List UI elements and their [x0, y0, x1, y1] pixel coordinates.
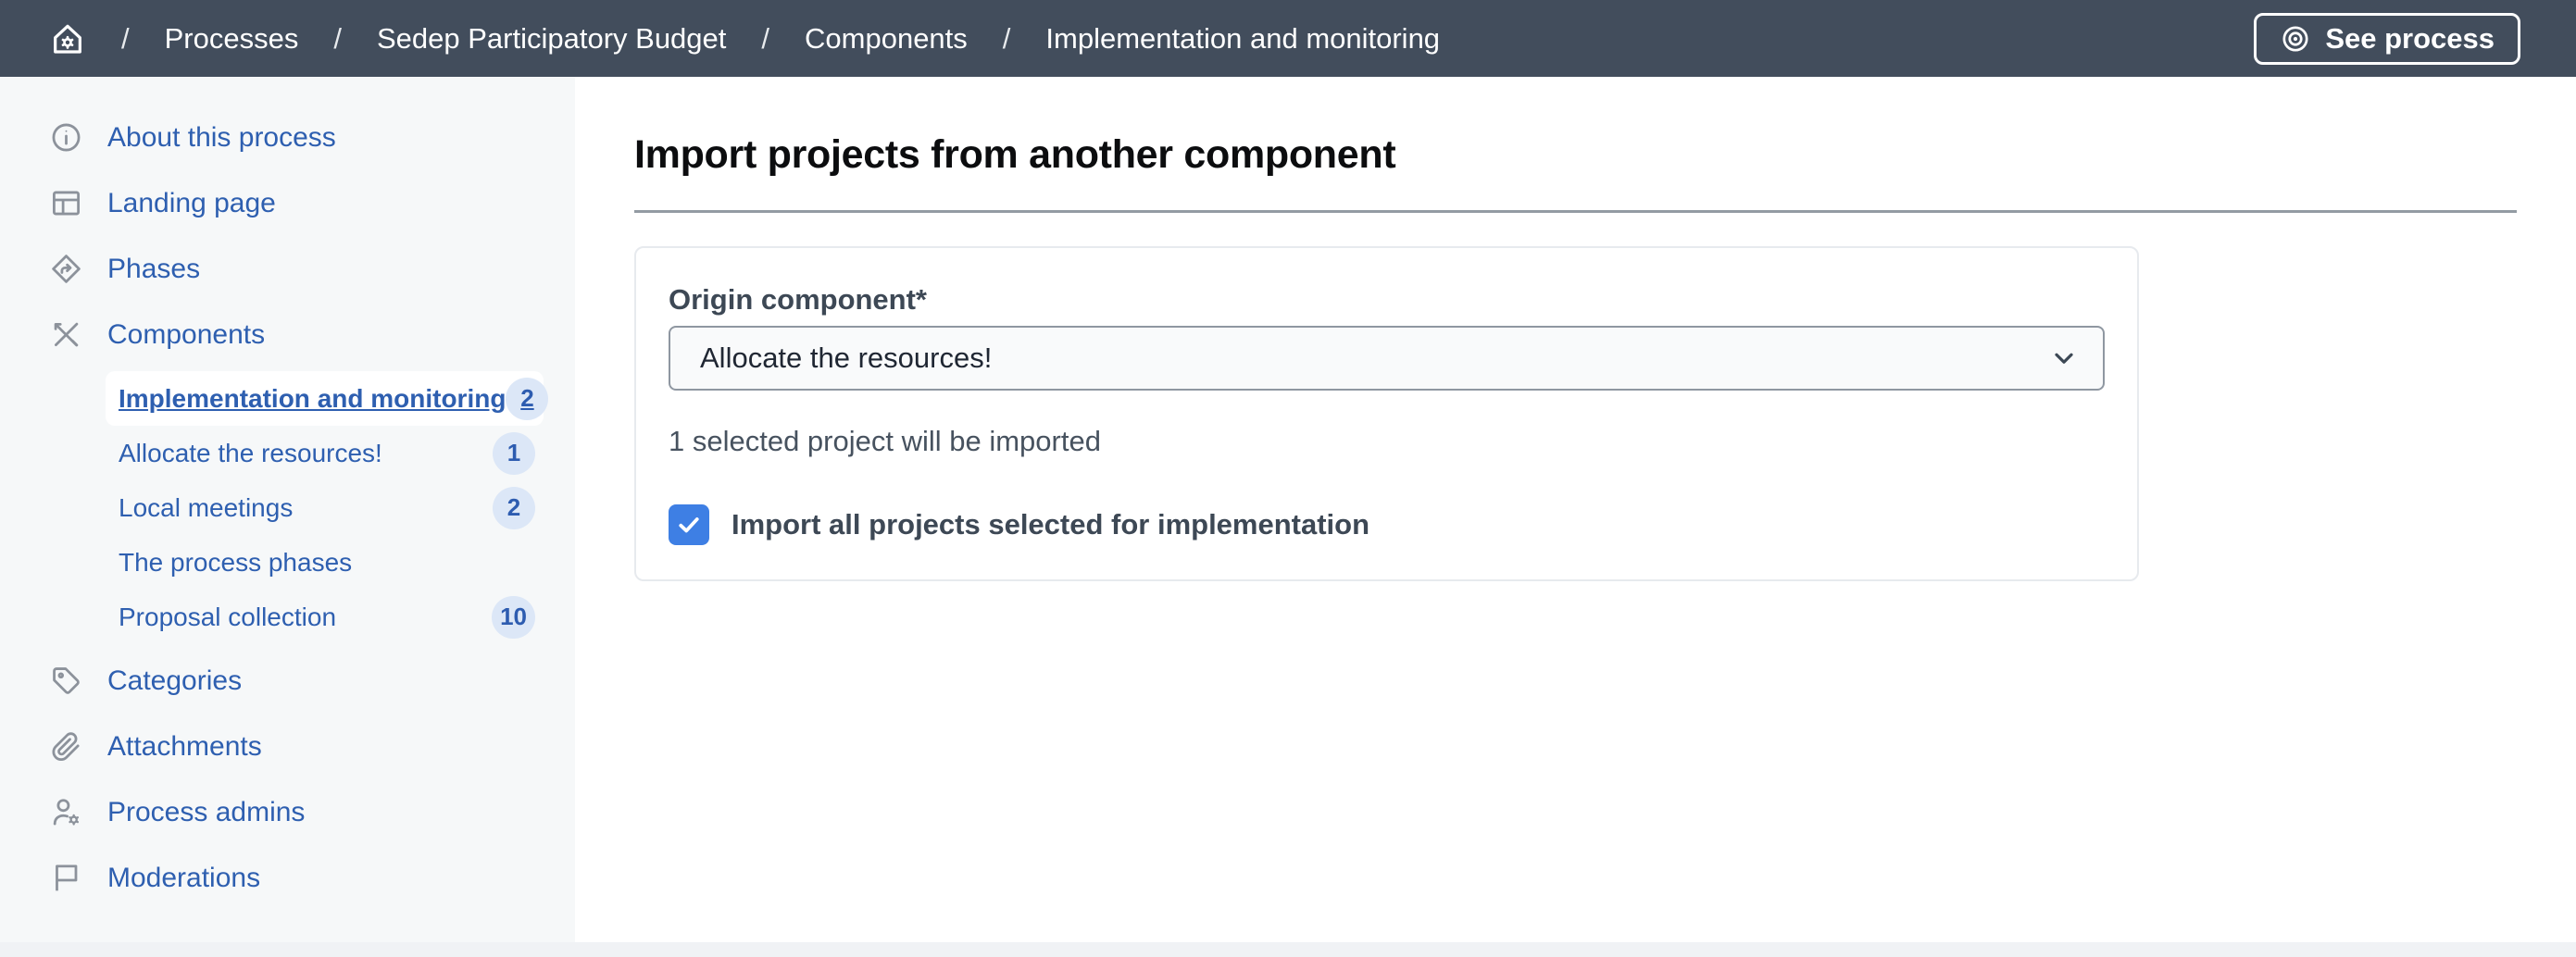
sidebar-item-moderations[interactable]: Moderations: [0, 845, 575, 911]
breadcrumb-separator: /: [333, 22, 342, 56]
subnav-item-label: Proposal collection: [119, 603, 336, 632]
count-badge: 2: [493, 487, 535, 529]
sidebar-item-attachments[interactable]: Attachments: [0, 714, 575, 779]
layout-icon: [49, 186, 83, 220]
phases-diamond-icon: [49, 252, 83, 286]
see-process-button[interactable]: See process: [2254, 13, 2520, 65]
breadcrumb-separator: /: [121, 22, 130, 56]
import-form-card: Origin component* Allocate the resources…: [634, 246, 2139, 581]
sidebar-item-components[interactable]: Components: [0, 302, 575, 367]
import-all-row: Import all projects selected for impleme…: [669, 504, 2105, 545]
sidebar-item-about-this-process[interactable]: About this process: [0, 105, 575, 170]
tools-icon: [49, 317, 83, 352]
selected-projects-info: 1 selected project will be imported: [669, 421, 2105, 461]
subnav-item-label: Allocate the resources!: [119, 439, 382, 468]
subnav-item-implementation-and-monitoring[interactable]: Implementation and monitoring 2: [106, 371, 544, 426]
breadcrumb-separator: /: [1003, 22, 1011, 56]
subnav-item-the-process-phases[interactable]: The process phases: [106, 535, 544, 590]
count-badge: 10: [492, 596, 535, 639]
eye-icon: [2280, 23, 2311, 55]
subnav-item-label: Implementation and monitoring: [119, 384, 506, 414]
import-all-checkbox[interactable]: [669, 504, 709, 545]
page-title: Import projects from another component: [634, 132, 2517, 178]
sidebar-item-label: About this process: [107, 122, 336, 154]
origin-component-selected-value: Allocate the resources!: [700, 342, 992, 375]
paperclip-icon: [49, 729, 83, 764]
flag-icon: [49, 861, 83, 895]
breadcrumb-separator: /: [761, 22, 769, 56]
topbar: / Processes / Sedep Participatory Budget…: [0, 0, 2576, 77]
sidebar-item-label: Attachments: [107, 731, 262, 763]
components-subnav: Implementation and monitoring 2 Allocate…: [106, 371, 544, 644]
sidebar-item-phases[interactable]: Phases: [0, 236, 575, 302]
breadcrumb-item-processes[interactable]: Processes: [165, 22, 299, 56]
tag-icon: [49, 664, 83, 698]
subnav-item-label: Local meetings: [119, 493, 293, 523]
sidebar-item-label: Components: [107, 319, 265, 351]
subnav-item-local-meetings[interactable]: Local meetings 2: [106, 480, 544, 535]
info-icon: [49, 120, 83, 155]
user-gear-icon: [49, 795, 83, 829]
chevron-down-icon: [2049, 343, 2079, 373]
count-badge: 1: [493, 432, 535, 475]
sidebar: About this process Landing page Phases: [0, 77, 575, 942]
home-gear-icon[interactable]: [49, 20, 86, 57]
sidebar-item-label: Moderations: [107, 863, 260, 894]
sidebar-item-process-admins[interactable]: Process admins: [0, 779, 575, 845]
title-divider: [634, 210, 2517, 213]
breadcrumb-item-current-component[interactable]: Implementation and monitoring: [1045, 22, 1440, 56]
origin-component-label: Origin component*: [669, 281, 2105, 318]
subnav-item-allocate-the-resources[interactable]: Allocate the resources! 1: [106, 426, 544, 480]
import-all-checkbox-label[interactable]: Import all projects selected for impleme…: [732, 508, 1369, 541]
breadcrumb: / Processes / Sedep Participatory Budget…: [49, 20, 1440, 57]
origin-component-select[interactable]: Allocate the resources!: [669, 326, 2105, 391]
main-content: Import projects from another component O…: [575, 77, 2576, 942]
sidebar-item-label: Landing page: [107, 188, 276, 219]
sidebar-item-label: Phases: [107, 254, 200, 285]
subnav-item-proposal-collection[interactable]: Proposal collection 10: [106, 590, 544, 644]
sidebar-item-label: Process admins: [107, 797, 305, 828]
breadcrumb-item-components[interactable]: Components: [805, 22, 968, 56]
see-process-label: See process: [2325, 22, 2495, 56]
sidebar-item-categories[interactable]: Categories: [0, 648, 575, 714]
sidebar-item-label: Categories: [107, 665, 242, 697]
subnav-item-label: The process phases: [119, 548, 352, 578]
check-icon: [675, 511, 703, 539]
sidebar-item-landing-page[interactable]: Landing page: [0, 170, 575, 236]
count-badge: 2: [506, 378, 548, 420]
breadcrumb-item-process[interactable]: Sedep Participatory Budget: [377, 22, 726, 56]
